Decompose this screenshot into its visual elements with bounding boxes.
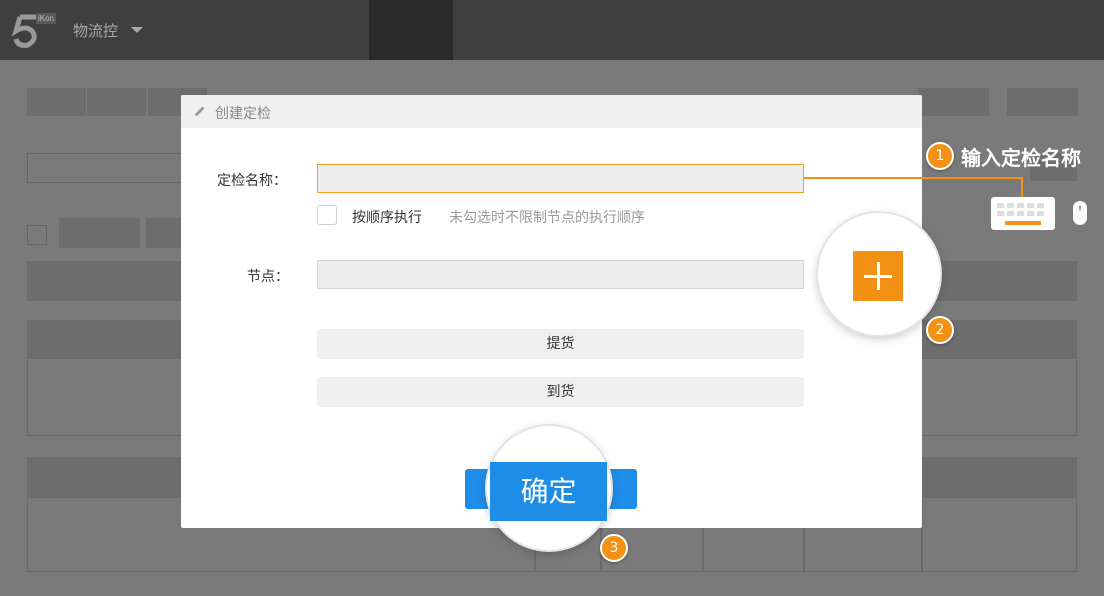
node-label: 节点： xyxy=(247,269,289,285)
bg-table-cell xyxy=(27,358,182,436)
chevron-down-icon[interactable] xyxy=(131,27,143,33)
bg-table-cell xyxy=(922,497,1077,572)
top-nav-item-active[interactable] xyxy=(369,0,453,60)
bg-button xyxy=(146,218,182,248)
node-option-pickup[interactable]: 提货 xyxy=(317,329,804,359)
dialog-header: 创建定检 xyxy=(181,95,922,128)
step-badge-2: 2 xyxy=(926,316,954,344)
keyboard-icon xyxy=(991,197,1055,230)
node-option-arrival[interactable]: 到货 xyxy=(317,377,804,407)
pencil-icon xyxy=(195,106,205,116)
sequential-checkbox[interactable] xyxy=(317,205,337,225)
top-bar: iKon 物流控 xyxy=(0,0,1104,60)
inspection-name-input[interactable] xyxy=(317,164,804,193)
sequential-hint: 未勾选时不限制节点的执行顺序 xyxy=(449,210,645,226)
app-switcher-label[interactable]: 物流控 xyxy=(73,20,118,41)
bg-search xyxy=(27,153,182,183)
sequential-checkbox-label[interactable]: 按顺序执行 xyxy=(352,207,422,227)
inspection-name-label: 定检名称： xyxy=(217,173,287,189)
bg-table-cell xyxy=(921,358,1077,436)
bg-button xyxy=(59,218,140,248)
callout-line xyxy=(1021,177,1023,197)
bg-tab xyxy=(27,88,86,116)
mouse-icon xyxy=(1073,201,1087,225)
bg-button xyxy=(918,88,989,116)
step-1-instruction: 输入定检名称 xyxy=(961,146,1081,170)
add-node-button[interactable] xyxy=(853,251,903,301)
node-input[interactable] xyxy=(317,260,804,289)
bg-checkbox xyxy=(27,225,47,245)
step-badge-3: 3 xyxy=(600,534,628,562)
logo-badge: iKon xyxy=(36,13,56,24)
bg-tab xyxy=(87,88,146,116)
step-badge-1: 1 xyxy=(926,142,954,170)
app-logo[interactable]: iKon xyxy=(11,11,56,49)
confirm-button-zoomed[interactable]: 确定 xyxy=(490,462,607,521)
bg-button xyxy=(1007,88,1078,116)
callout-line xyxy=(804,177,1022,179)
dialog-title: 创建定检 xyxy=(215,106,271,122)
